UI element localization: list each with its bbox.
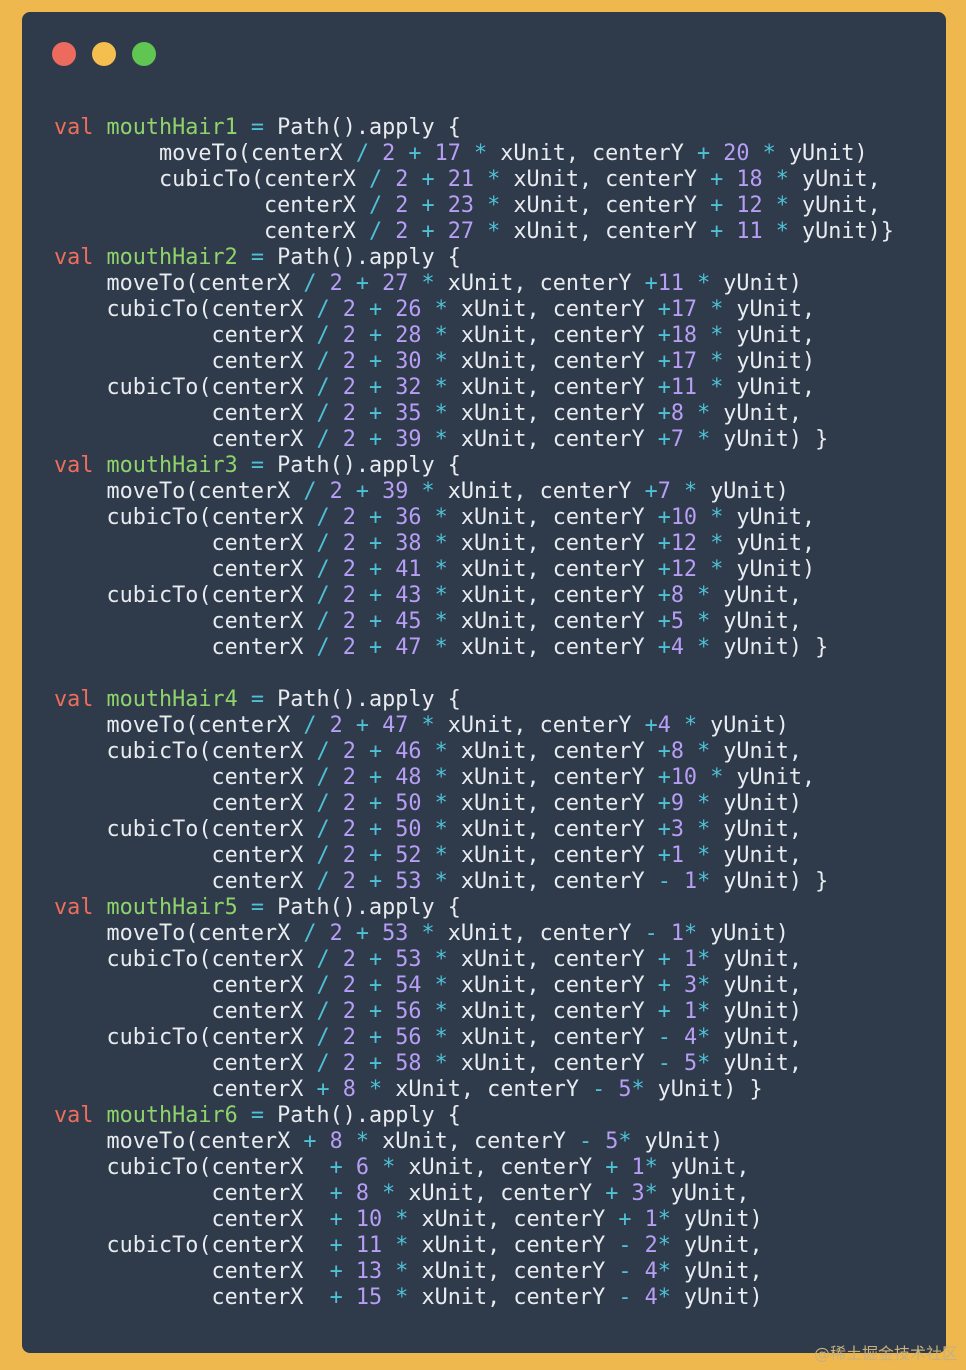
close-dot-icon[interactable] [52,42,76,66]
code-line: centerX / 2 + 56 * xUnit, centerY + 1* y… [54,999,803,1024]
code-line: centerX / 2 + 39 * xUnit, centerY +7 * y… [54,427,829,452]
code-line: centerX + 10 * xUnit, centerY + 1* yUnit… [54,1207,763,1232]
code-line: moveTo(centerX / 2 + 39 * xUnit, centerY… [54,479,789,504]
code-line: centerX / 2 + 48 * xUnit, centerY +10 * … [54,765,816,790]
code-line: centerX / 2 + 35 * xUnit, centerY +8 * y… [54,401,803,426]
minimize-dot-icon[interactable] [92,42,116,66]
code-line: centerX / 2 + 38 * xUnit, centerY +12 * … [54,531,816,556]
code-line: val mouthHair1 = Path().apply { [54,115,461,140]
code-line: centerX / 2 + 27 * xUnit, centerY + 11 *… [54,219,894,244]
code-line: cubicTo(centerX + 6 * xUnit, centerY + 1… [54,1155,750,1180]
code-line: cubicTo(centerX / 2 + 50 * xUnit, center… [54,817,803,842]
code-line: val mouthHair5 = Path().apply { [54,895,461,920]
code-line: centerX + 13 * xUnit, centerY - 4* yUnit… [54,1259,763,1284]
code-window: val mouthHair1 = Path().apply { moveTo(c… [22,12,946,1353]
code-block: val mouthHair1 = Path().apply { moveTo(c… [54,115,894,1311]
code-line: val mouthHair2 = Path().apply { [54,245,461,270]
code-line: centerX / 2 + 54 * xUnit, centerY + 3* y… [54,973,803,998]
code-line: centerX / 2 + 53 * xUnit, centerY - 1* y… [54,869,829,894]
code-line: cubicTo(centerX + 11 * xUnit, centerY - … [54,1233,763,1258]
code-line: centerX / 2 + 45 * xUnit, centerY +5 * y… [54,609,803,634]
code-line: val mouthHair3 = Path().apply { [54,453,461,478]
code-line: centerX + 8 * xUnit, centerY - 5* yUnit)… [54,1077,763,1102]
code-line: centerX / 2 + 52 * xUnit, centerY +1 * y… [54,843,803,868]
code-line: centerX + 8 * xUnit, centerY + 3* yUnit, [54,1181,750,1206]
code-line: centerX / 2 + 50 * xUnit, centerY +9 * y… [54,791,803,816]
code-line: centerX / 2 + 23 * xUnit, centerY + 12 *… [54,193,881,218]
code-line: moveTo(centerX / 2 + 27 * xUnit, centerY… [54,271,803,296]
code-line: cubicTo(centerX / 2 + 43 * xUnit, center… [54,583,803,608]
code-line: cubicTo(centerX / 2 + 26 * xUnit, center… [54,297,816,322]
code-line: centerX / 2 + 41 * xUnit, centerY +12 * … [54,557,816,582]
code-line: centerX / 2 + 28 * xUnit, centerY +18 * … [54,323,816,348]
maximize-dot-icon[interactable] [132,42,156,66]
code-line: moveTo(centerX / 2 + 17 * xUnit, centerY… [54,141,868,166]
code-line: cubicTo(centerX / 2 + 56 * xUnit, center… [54,1025,803,1050]
code-line: centerX / 2 + 58 * xUnit, centerY - 5* y… [54,1051,803,1076]
code-line: val mouthHair4 = Path().apply { [54,687,461,712]
code-line: centerX + 15 * xUnit, centerY - 4* yUnit… [54,1285,763,1310]
code-line: centerX / 2 + 47 * xUnit, centerY +4 * y… [54,635,829,660]
code-line: cubicTo(centerX / 2 + 21 * xUnit, center… [54,167,881,192]
code-line: cubicTo(centerX / 2 + 53 * xUnit, center… [54,947,803,972]
code-line: centerX / 2 + 30 * xUnit, centerY +17 * … [54,349,816,374]
code-line: val mouthHair6 = Path().apply { [54,1103,461,1128]
code-line: moveTo(centerX / 2 + 47 * xUnit, centerY… [54,713,789,738]
code-line: moveTo(centerX + 8 * xUnit, centerY - 5*… [54,1129,724,1154]
code-line: moveTo(centerX / 2 + 53 * xUnit, centerY… [54,921,789,946]
code-line: cubicTo(centerX / 2 + 46 * xUnit, center… [54,739,803,764]
code-line: cubicTo(centerX / 2 + 36 * xUnit, center… [54,505,816,530]
code-line: cubicTo(centerX / 2 + 32 * xUnit, center… [54,375,816,400]
watermark: @稀土掘金技术社区 [813,1344,958,1363]
